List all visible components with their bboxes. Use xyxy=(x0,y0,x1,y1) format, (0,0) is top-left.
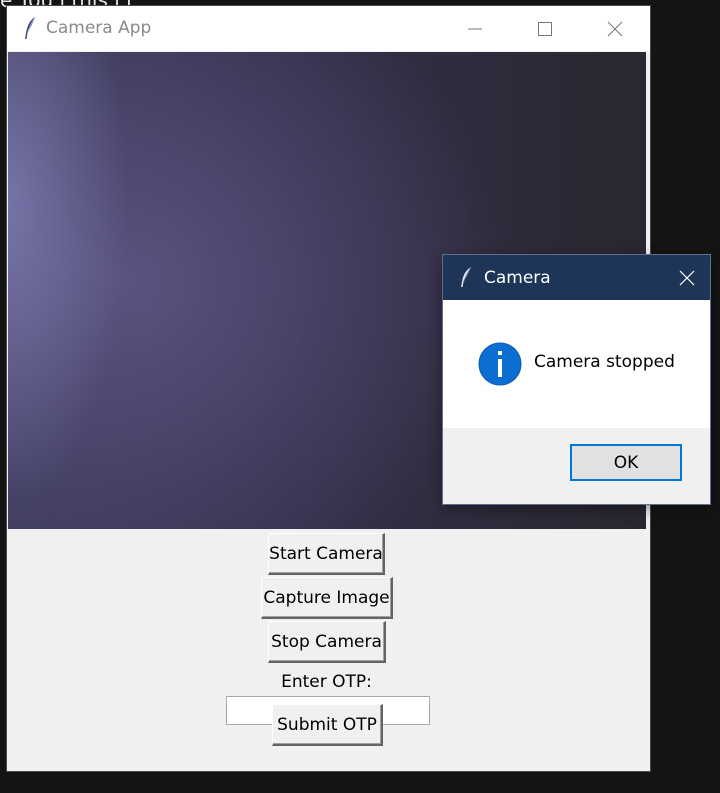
maximize-button[interactable] xyxy=(510,6,580,51)
submit-otp-button[interactable]: Submit OTP xyxy=(272,704,383,746)
close-icon xyxy=(679,270,694,285)
dialog-body: Camera stopped xyxy=(443,300,710,428)
camera-dialog: Camera Camera stopped OK xyxy=(443,255,710,504)
maximize-icon xyxy=(538,21,552,36)
minimize-button[interactable] xyxy=(440,6,510,51)
stop-camera-button[interactable]: Stop Camera xyxy=(268,621,386,663)
capture-image-button[interactable]: Capture Image xyxy=(261,577,393,619)
close-icon xyxy=(607,21,623,36)
titlebar[interactable]: Camera App xyxy=(7,6,650,51)
dialog-message: Camera stopped xyxy=(534,352,675,372)
otp-label: Enter OTP: xyxy=(281,672,372,692)
ok-button[interactable]: OK xyxy=(570,444,682,481)
feather-icon xyxy=(25,16,36,39)
dialog-titlebar[interactable]: Camera xyxy=(443,255,710,300)
start-camera-button[interactable]: Start Camera xyxy=(268,533,385,575)
dialog-title: Camera xyxy=(484,268,551,288)
close-button[interactable] xyxy=(580,6,650,51)
feather-icon xyxy=(461,266,472,287)
dialog-close-button[interactable] xyxy=(663,255,710,300)
window-title: Camera App xyxy=(46,18,152,38)
minimize-icon xyxy=(468,28,482,29)
dialog-footer: OK xyxy=(443,428,710,504)
info-icon xyxy=(478,342,522,386)
